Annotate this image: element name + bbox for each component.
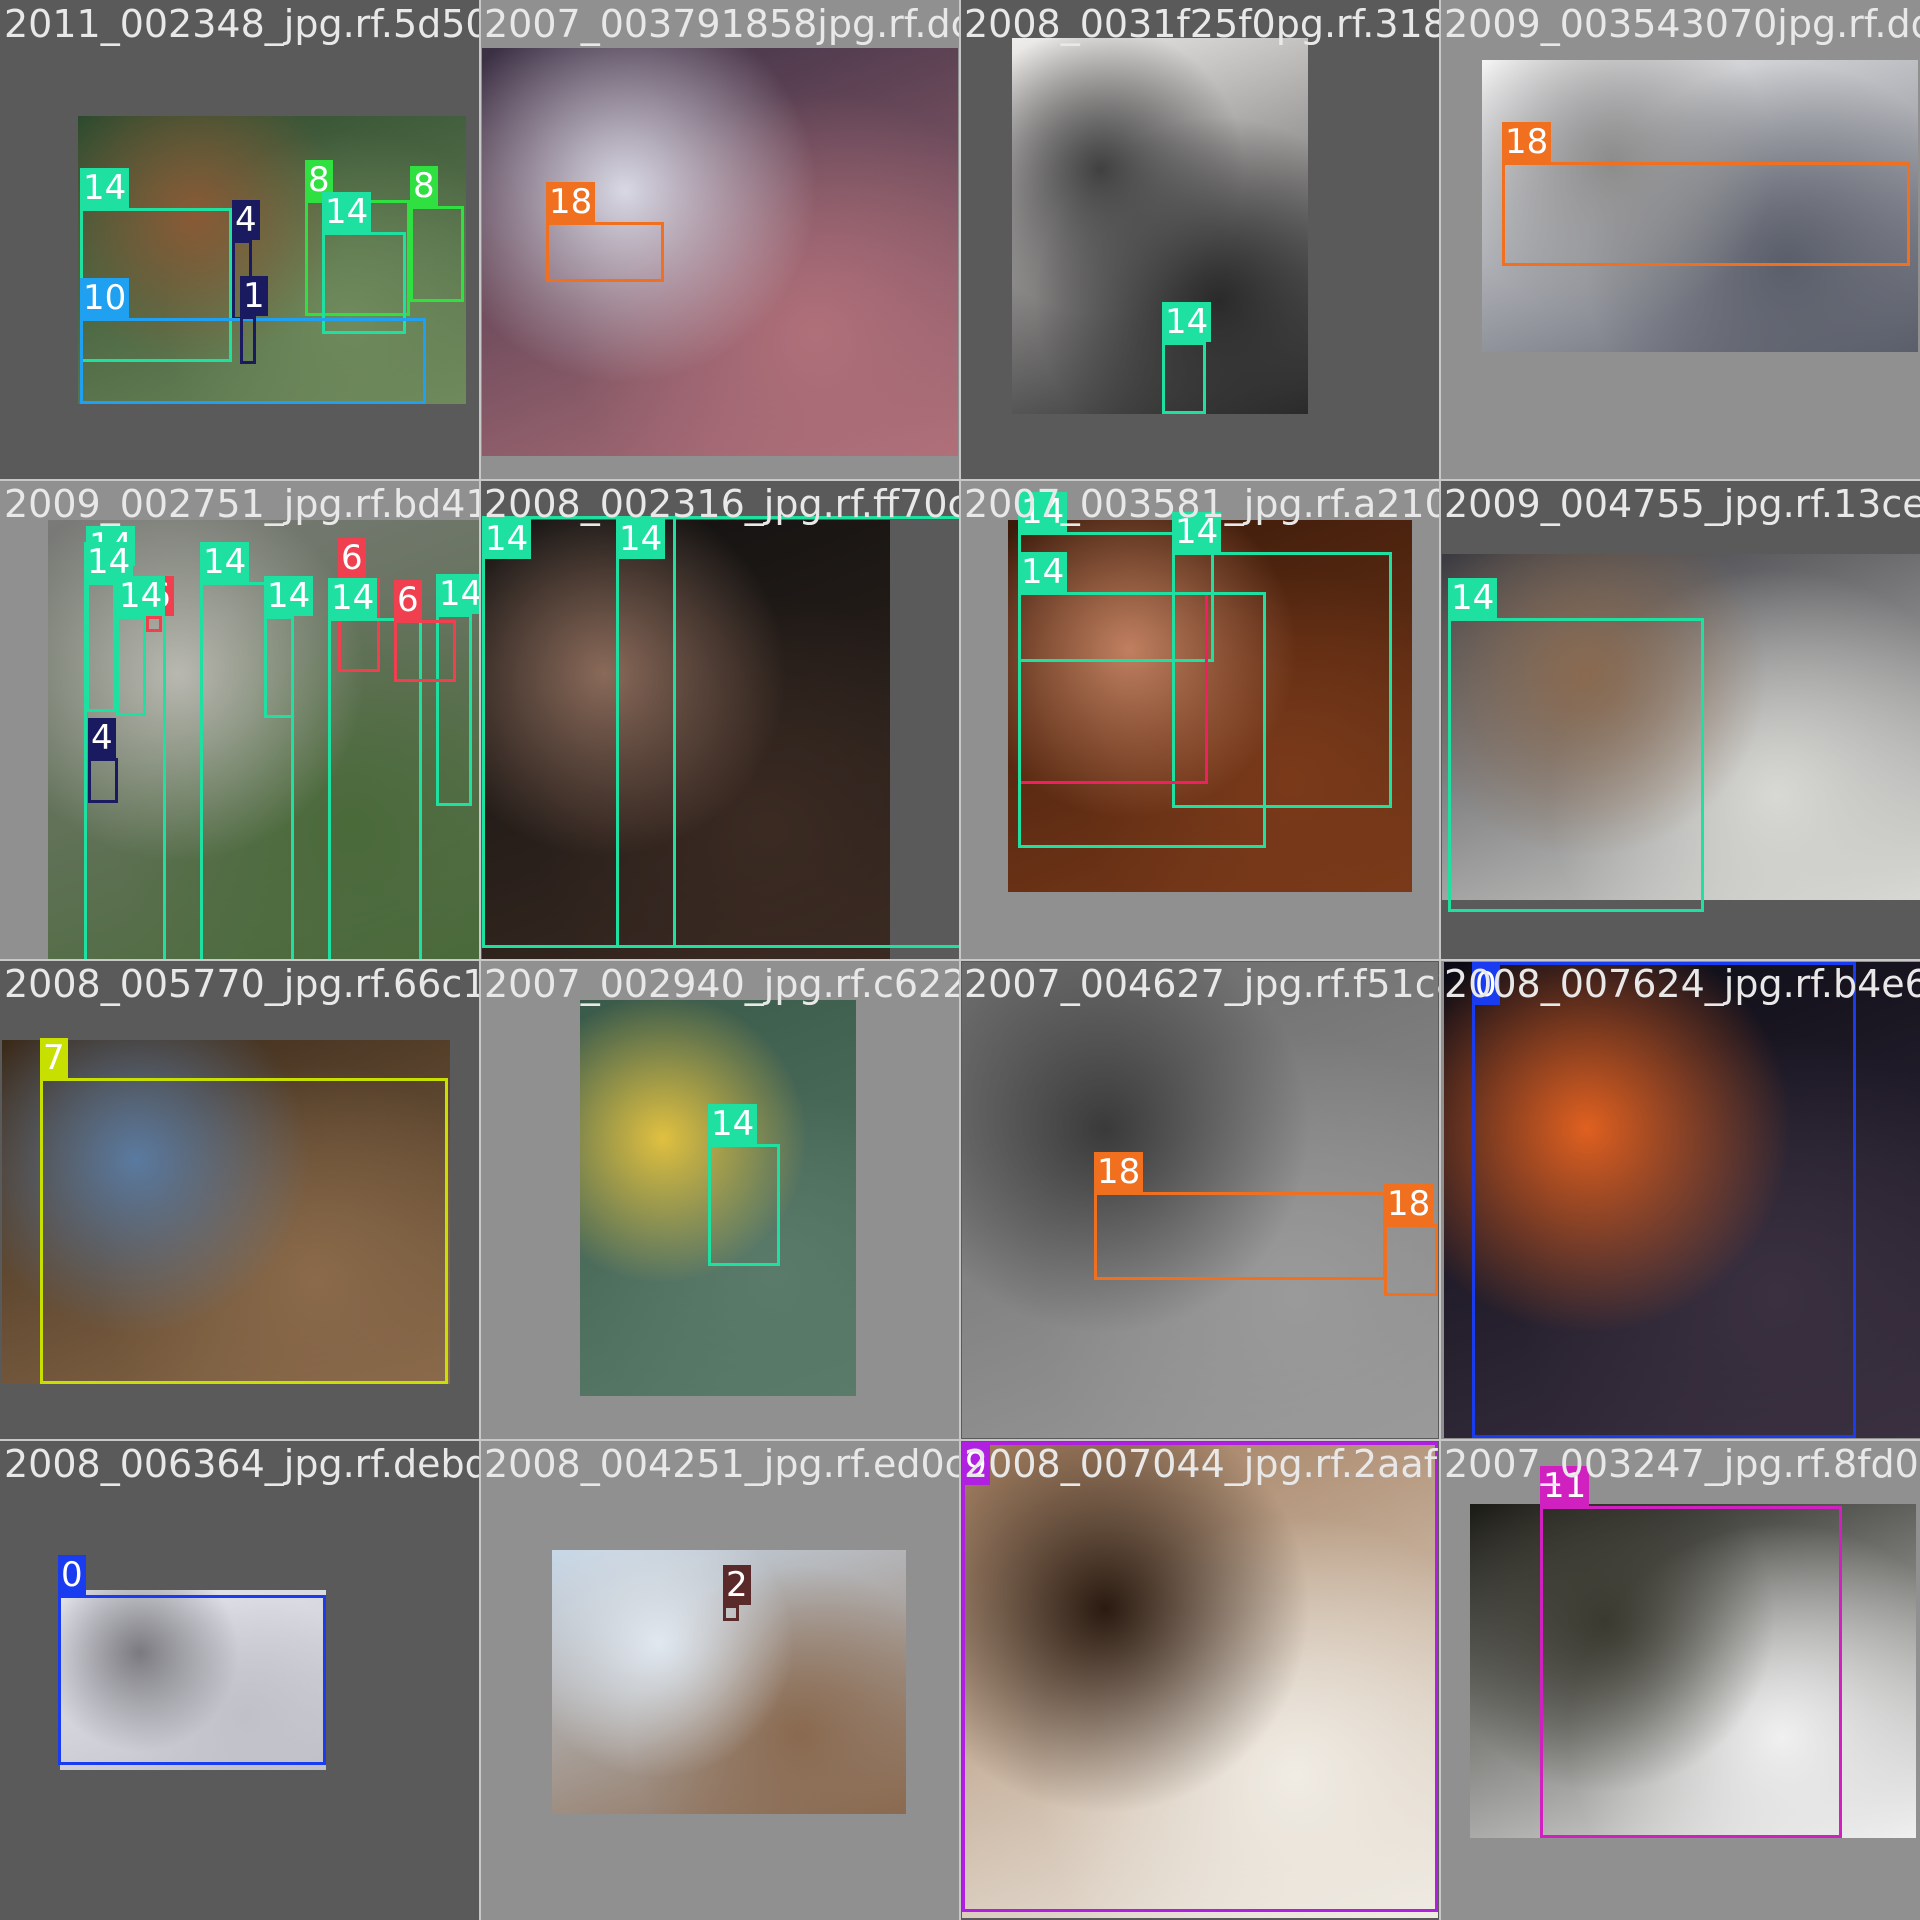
bbox-label: 18: [1094, 1152, 1144, 1192]
bbox-class-14: 14: [264, 576, 314, 718]
bbox-label: 6: [394, 580, 422, 620]
bbox-label: 14: [80, 168, 130, 208]
bbox-class-14: 14: [616, 516, 960, 948]
tile-divider-vertical: [1439, 0, 1441, 1920]
bbox-class-4: 4: [88, 718, 118, 803]
bbox-label: 14: [328, 578, 378, 618]
tile-filename: 2007_003581_jpg.rf.a2103fc: [964, 482, 1440, 526]
bbox-label: 4: [232, 200, 260, 240]
bbox-class-18: 18: [1094, 1152, 1386, 1280]
bbox-class-18: 18: [1384, 1184, 1438, 1296]
bbox-label: 10: [80, 278, 130, 318]
bbox-label: 7: [40, 1038, 68, 1078]
tile-filename: 2009_004755_jpg.rf.13ceb7: [1444, 482, 1920, 526]
bbox-label: 14: [436, 574, 480, 614]
bbox-label: 14: [264, 576, 314, 616]
bbox-label: 8: [410, 166, 438, 206]
bbox-class-0: 0: [1472, 962, 1856, 1438]
tile-filename: 2007_004627_jpg.rf.f51c8e: [964, 962, 1440, 1006]
tile-filename: 2008_002316_jpg.rf.ff70c47: [484, 482, 960, 526]
bbox-label: 4: [88, 718, 116, 758]
mosaic-tile: 14 2008_0031f25f0pg.rf.3185c4: [960, 0, 1440, 480]
tile-filename: 2007_002940_jpg.rf.c62258: [484, 962, 960, 1006]
bbox-class-6: 6: [146, 576, 174, 632]
bbox-class-14: 14: [1162, 302, 1212, 414]
mosaic-tile: 9 2008_007044_jpg.rf.2aafa6: [960, 1440, 1440, 1920]
mosaic-tile: 18 18 2007_004627_jpg.rf.f51c8e: [960, 960, 1440, 1440]
tile-filename: 2008_0031f25f0pg.rf.3185c4: [964, 2, 1440, 46]
mosaic-tile: 18 2009_003543070jpg.rf.dd7b93: [1440, 0, 1920, 480]
tile-filename: 2007_003247_jpg.rf.8fd0d1: [1444, 1442, 1920, 1486]
bbox-label: 0: [58, 1555, 86, 1595]
bbox-class-11: 11: [1540, 1466, 1842, 1838]
bbox-label: 14: [1018, 552, 1068, 592]
mosaic-tile: 7 2008_005770_jpg.rf.66c10b: [0, 960, 480, 1440]
tile-filename: 2011_002348_jpg.rf.5d509df: [4, 2, 480, 46]
mosaic-tile: 14 2009_004755_jpg.rf.13ceb7: [1440, 480, 1920, 960]
bbox-class-7: 7: [40, 1038, 448, 1384]
mosaic-tile: 1414614146141461442009_002751_jpg.rf.bd4…: [0, 480, 480, 960]
bbox-label: 18: [1502, 122, 1552, 162]
bbox-class-0: 0: [58, 1555, 326, 1765]
tile-filename: 2008_005770_jpg.rf.66c10b: [4, 962, 480, 1006]
mosaic-tile: 14881441012011_002348_jpg.rf.5d509df: [0, 0, 480, 480]
bbox-class-1: 1: [240, 276, 268, 364]
tile-filename: 2009_003543070jpg.rf.dd7b93: [1444, 2, 1920, 46]
tile-filename: 2007_003791858jpg.rf.dccec15: [484, 2, 960, 46]
bbox-class-8: 8: [410, 166, 464, 302]
mosaic-tile: 14 2007_002940_jpg.rf.c62258: [480, 960, 960, 1440]
bbox-label: 2: [723, 1565, 751, 1605]
bbox-label: 14: [200, 542, 250, 582]
tile-photo: [1012, 38, 1308, 414]
mosaic-tile: 11 2007_003247_jpg.rf.8fd0d1: [1440, 1440, 1920, 1920]
mosaic-tile: 2 2008_004251_jpg.rf.ed0c7f: [480, 1440, 960, 1920]
bbox-class-6: 6: [394, 580, 456, 682]
tile-divider-horizontal: [0, 959, 1920, 961]
mosaic-tile: 0 2008_006364_jpg.rf.debd67: [0, 1440, 480, 1920]
bbox-label: 1: [240, 276, 268, 316]
bbox-class-14: 14: [1448, 578, 1704, 912]
bbox-label: 14: [322, 192, 372, 232]
mosaic-tile: 14142008_002316_jpg.rf.ff70c47: [480, 480, 960, 960]
tile-filename: 2008_007624_jpg.rf.b4e617: [1444, 962, 1920, 1006]
image-mosaic: 14881441012011_002348_jpg.rf.5d509df1820…: [0, 0, 1920, 1920]
tile-filename: 2008_006364_jpg.rf.debd67: [4, 1442, 480, 1486]
tile-filename: 2008_007044_jpg.rf.2aafa6: [964, 1442, 1440, 1486]
bbox-class-18: 18: [1502, 122, 1910, 266]
bbox-class-18: 18: [546, 182, 664, 282]
bbox-label: 18: [1384, 1184, 1434, 1224]
bbox-class-9: 9: [962, 1442, 1438, 1912]
bbox-label: 14: [1162, 302, 1212, 342]
mosaic-tile: 141417142007_003581_jpg.rf.a2103fc: [960, 480, 1440, 960]
bbox-class-14: 14: [708, 1104, 780, 1266]
bbox-label: 14: [708, 1104, 758, 1144]
bbox-label: 6: [338, 538, 366, 578]
bbox-label: 14: [116, 576, 166, 616]
mosaic-tile: 18 2007_003791858jpg.rf.dccec15: [480, 0, 960, 480]
tile-filename: 2008_004251_jpg.rf.ed0c7f: [484, 1442, 960, 1486]
bbox-class-14: 14: [116, 576, 166, 716]
bbox-class-2: 2: [723, 1565, 751, 1621]
mosaic-tile: 02008_007624_jpg.rf.b4e617: [1440, 960, 1920, 1440]
bbox-label: 14: [1448, 578, 1498, 618]
tile-divider-horizontal: [0, 1439, 1920, 1441]
bbox-class-14: 14: [1018, 552, 1266, 848]
bbox-label: 18: [546, 182, 596, 222]
tile-filename: 2009_002751_jpg.rf.bd4187: [4, 482, 480, 526]
